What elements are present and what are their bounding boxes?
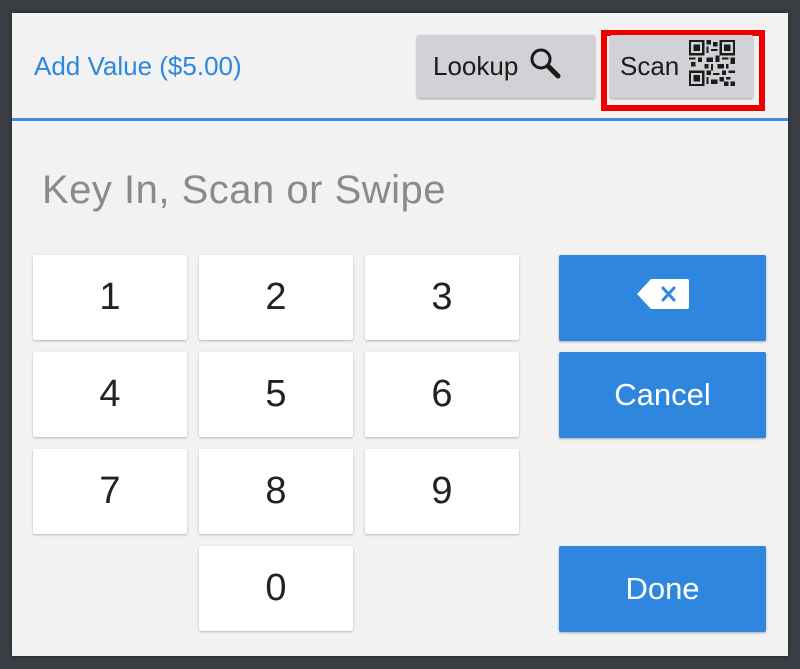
key-1[interactable]: 1 — [33, 255, 187, 340]
qr-code-icon — [689, 40, 736, 93]
key-8[interactable]: 8 — [199, 449, 353, 534]
done-button[interactable]: Done — [559, 546, 766, 632]
dialog-header: Add Value ($5.00) Lookup Scan — [12, 13, 788, 121]
scan-button[interactable]: Scan — [610, 35, 753, 98]
key-4[interactable]: 4 — [33, 352, 187, 437]
cancel-button[interactable]: Cancel — [559, 352, 766, 438]
key-2[interactable]: 2 — [199, 255, 353, 340]
key-3[interactable]: 3 — [365, 255, 519, 340]
backspace-icon — [636, 279, 689, 317]
key-5[interactable]: 5 — [199, 352, 353, 437]
search-icon — [528, 46, 562, 87]
key-0[interactable]: 0 — [199, 546, 353, 631]
input-prompt: Key In, Scan or Swipe — [42, 168, 447, 212]
backspace-button[interactable] — [559, 255, 766, 341]
scan-label: Scan — [620, 51, 680, 81]
lookup-label: Lookup — [433, 51, 519, 81]
lookup-button[interactable]: Lookup — [417, 35, 595, 98]
dialog-title: Add Value ($5.00) — [34, 51, 242, 81]
add-value-dialog: Add Value ($5.00) Lookup Scan Key In, Sc… — [12, 13, 788, 656]
key-6[interactable]: 6 — [365, 352, 519, 437]
key-7[interactable]: 7 — [33, 449, 187, 534]
key-9[interactable]: 9 — [365, 449, 519, 534]
